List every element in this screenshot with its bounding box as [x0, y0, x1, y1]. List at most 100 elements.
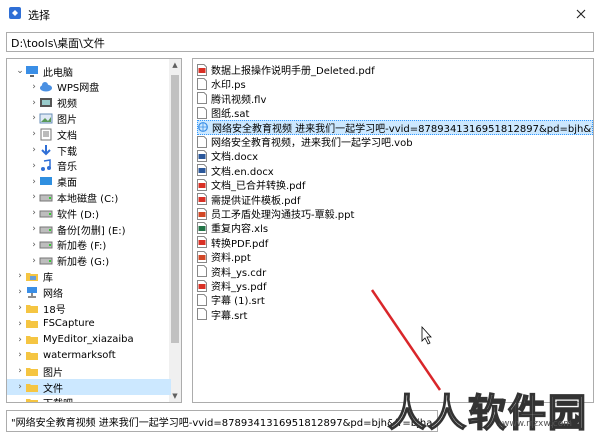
close-icon	[576, 9, 586, 19]
tree-item[interactable]: › 备份[勿删] (E:)	[7, 221, 171, 237]
file-name: 文档_已合并转换.pdf	[211, 181, 306, 193]
tree-item[interactable]: › FSCapture	[7, 316, 171, 332]
file-file-icon	[197, 265, 211, 278]
pdf-file-icon	[197, 63, 211, 76]
close-button[interactable]	[562, 0, 600, 28]
tree-item[interactable]: › 软件 (D:)	[7, 205, 171, 221]
tree-item-label: 下载	[57, 146, 77, 158]
file-file-icon	[197, 106, 211, 119]
chevron-right-icon[interactable]: ›	[15, 382, 25, 392]
tree-item[interactable]: › 文件	[7, 379, 171, 395]
tree-item[interactable]: › 图片	[7, 110, 171, 126]
tree-item-label: 18号	[43, 304, 66, 316]
chevron-right-icon[interactable]: ›	[29, 224, 39, 234]
chevron-right-icon[interactable]: ›	[29, 161, 39, 171]
tree-item[interactable]: 下载吧	[7, 395, 171, 402]
chevron-right-icon[interactable]: ›	[15, 303, 25, 313]
chevron-right-icon[interactable]: ›	[15, 335, 25, 345]
file-name: 员工矛盾处理沟通技巧-覃毅.ppt	[211, 210, 355, 221]
doc-icon	[39, 128, 53, 141]
app-icon	[9, 7, 21, 19]
file-item[interactable]: 水印.ps	[197, 76, 593, 91]
file-name: 字幕.srt	[211, 310, 248, 322]
pdf-file-icon	[197, 236, 211, 249]
drive-icon	[39, 223, 53, 236]
file-item[interactable]: 文档_已合并转换.pdf	[197, 177, 593, 192]
file-item[interactable]: 腾讯视频.flv	[197, 91, 593, 106]
word-file-icon	[197, 164, 211, 177]
tree-item[interactable]: › 桌面	[7, 174, 171, 190]
chevron-right-icon[interactable]: ›	[29, 129, 39, 139]
chevron-right-icon[interactable]: ›	[15, 271, 25, 281]
tree-item[interactable]: ⌄ 此电脑	[7, 63, 171, 79]
chevron-right-icon[interactable]: ›	[29, 192, 39, 202]
chevron-right-icon[interactable]: ›	[29, 240, 39, 250]
file-item[interactable]: 字幕 (1).srt	[197, 292, 593, 307]
drive-icon	[39, 254, 53, 267]
drive-icon	[39, 207, 53, 220]
tree-item[interactable]: › 文档	[7, 126, 171, 142]
file-item[interactable]: 需提供证件模板.pdf	[197, 192, 593, 207]
download-icon	[39, 144, 53, 157]
chevron-right-icon[interactable]: ›	[29, 98, 39, 108]
tree-item[interactable]: › MyEditor_xiazaiba	[7, 332, 171, 348]
tree-item-label: 此电脑	[43, 67, 73, 79]
tree-item[interactable]: › 新加卷 (F:)	[7, 237, 171, 253]
file-item[interactable]: 图纸.sat	[197, 105, 593, 120]
file-file-icon	[197, 77, 211, 90]
chevron-right-icon[interactable]: ›	[29, 208, 39, 218]
file-item[interactable]: 文档.en.docx	[197, 163, 593, 178]
file-item[interactable]: 资料.ppt	[197, 249, 593, 264]
drive-icon	[39, 238, 53, 251]
tree-item[interactable]: › watermarksoft	[7, 347, 171, 363]
file-item[interactable]: 员工矛盾处理沟通技巧-覃毅.ppt	[197, 206, 593, 221]
path-field[interactable]: D:\tools\桌面\文件	[6, 32, 594, 52]
cloud-icon	[39, 80, 53, 93]
chevron-right-icon[interactable]: ›	[29, 82, 39, 92]
folder-icon	[25, 381, 39, 394]
file-name: 资料_ys.pdf	[211, 282, 267, 293]
file-list[interactable]: 数据上报操作说明手册_Deleted.pdf 水印.ps 腾讯视频.flv 图纸.sa…	[192, 58, 594, 403]
chevron-right-icon[interactable]: ›	[29, 177, 39, 187]
file-item[interactable]: 资料_ys.cdr	[197, 264, 593, 279]
file-item[interactable]: 网络安全教育视频，进来我们一起学习吧.vob	[197, 134, 593, 149]
chevron-right-icon[interactable]: ›	[15, 287, 25, 297]
file-item[interactable]: 资料_ys.pdf	[197, 278, 593, 293]
file-name: 网络安全教育视频 进来我们一起学习吧-vvid=8789341316951812…	[212, 123, 593, 135]
tree-item-label: 下载吧	[43, 395, 73, 402]
file-item[interactable]: 转换PDF.pdf	[197, 235, 593, 250]
image-icon	[39, 112, 53, 125]
tree-item[interactable]: › 新加卷 (G:)	[7, 253, 171, 269]
tree-item[interactable]: › WPS网盘	[7, 79, 171, 95]
file-item[interactable]: 字幕.srt	[197, 307, 593, 322]
chevron-right-icon[interactable]: ›	[15, 350, 25, 360]
tree-item[interactable]: › 下载	[7, 142, 171, 158]
chevron-right-icon[interactable]: ›	[29, 145, 39, 155]
chevron-right-icon[interactable]: ›	[15, 319, 25, 329]
file-item[interactable]: 文档.docx	[197, 148, 593, 163]
file-file-icon	[197, 92, 211, 105]
file-name: 转换PDF.pdf	[211, 238, 269, 250]
chevron-right-icon[interactable]: ›	[15, 366, 25, 376]
chevron-right-icon[interactable]: ›	[29, 113, 39, 123]
tree-item[interactable]: › 视频	[7, 95, 171, 111]
tree-item[interactable]: › 音乐	[7, 158, 171, 174]
file-item[interactable]: 网络安全教育视频 进来我们一起学习吧-vvid=8789341316951812…	[197, 119, 593, 135]
tree-item-label: 新加卷 (G:)	[57, 257, 110, 269]
tree-item-label: 文档	[57, 130, 77, 142]
chevron-right-icon[interactable]: ›	[29, 256, 39, 266]
filename-input[interactable]: "网络安全教育视频 进来我们一起学习吧-vvid=878934131695181…	[6, 410, 438, 432]
folder-tree[interactable]: ▲ ▼ ⌄ 此电脑 › WPS网盘 › 视频 › 图片 › 文档 › 下载 › 音乐 › 桌面 › 本地磁盘 (C…	[6, 58, 182, 403]
tree-item[interactable]: › 网络	[7, 284, 171, 300]
file-item[interactable]: 重复内容.xls	[197, 220, 593, 235]
file-name: 文档.en.docx	[211, 166, 274, 178]
scroll-thumb[interactable]	[171, 75, 179, 343]
tree-item[interactable]: › 18号	[7, 300, 171, 316]
desktop-icon	[39, 175, 53, 188]
chevron-down-icon[interactable]: ⌄	[15, 66, 25, 76]
file-name: 数据上报操作说明手册_Deleted.pdf	[211, 66, 375, 77]
tree-item[interactable]: › 本地磁盘 (C:)	[7, 189, 171, 205]
tree-item[interactable]: › 库	[7, 268, 171, 284]
file-item[interactable]: 数据上报操作说明手册_Deleted.pdf	[197, 62, 593, 77]
tree-item[interactable]: › 图片	[7, 363, 171, 379]
